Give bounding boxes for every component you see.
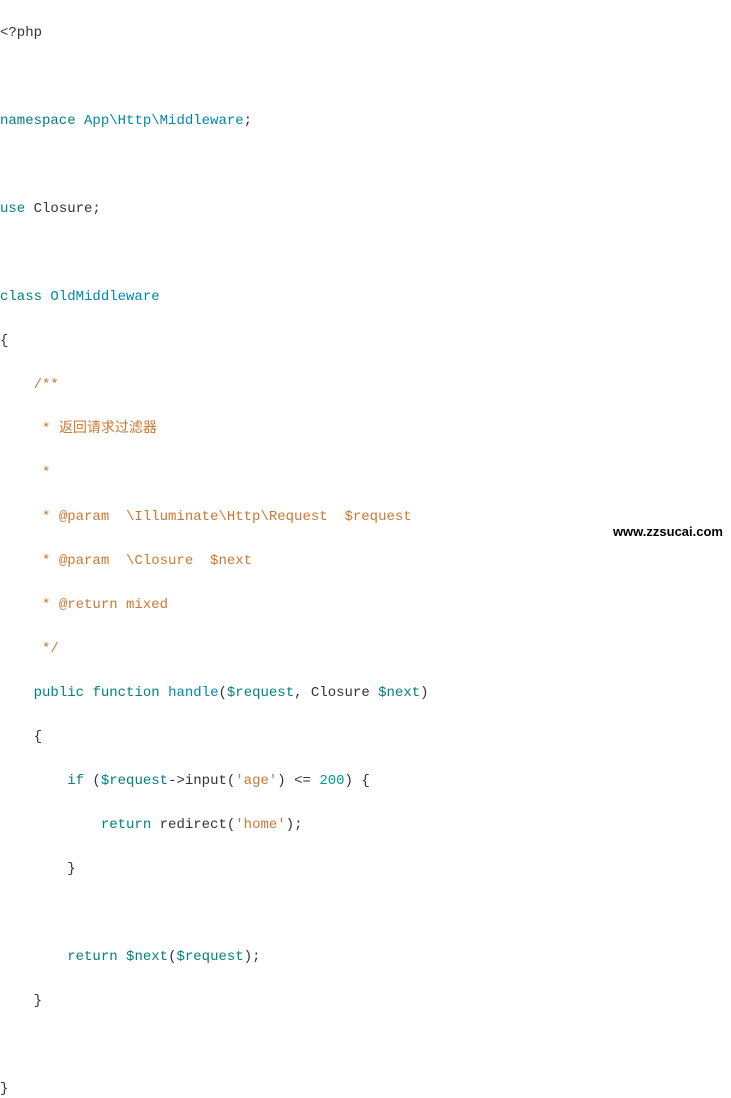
keyword-class: class: [0, 289, 42, 305]
docblock-return: * @return mixed: [34, 597, 168, 613]
var-next: $next: [126, 949, 168, 965]
code-line: namespace App\Http\Middleware;: [0, 110, 731, 132]
use-class: Closure;: [34, 201, 101, 217]
code-line: if ($request->input('age') <= 200) {: [0, 770, 731, 792]
code-line: }: [0, 990, 731, 1012]
var-request: $request: [227, 685, 294, 701]
keyword-if: if: [67, 773, 84, 789]
keyword-function: function: [92, 685, 159, 701]
number-200: 200: [319, 773, 344, 789]
code-line: <?php: [0, 22, 731, 44]
code-line: *: [0, 462, 731, 484]
keyword-public: public: [34, 685, 84, 701]
string-home: 'home': [235, 817, 285, 833]
brace-close: }: [34, 993, 42, 1009]
method-call: ->input(: [168, 773, 235, 789]
code-line: */: [0, 638, 731, 660]
stmt-end: );: [286, 817, 303, 833]
code-line: return $next($request);: [0, 946, 731, 968]
brace-close: }: [67, 861, 75, 877]
code-line-blank: [0, 66, 731, 88]
string-age: 'age': [235, 773, 277, 789]
keyword-return: return: [101, 817, 151, 833]
docblock-param1: * @param \Illuminate\Http\Request $reque…: [34, 509, 412, 525]
code-line-blank: [0, 242, 731, 264]
code-line: {: [0, 330, 731, 352]
docblock-close: */: [34, 641, 59, 657]
code-line-blank: [0, 1034, 731, 1056]
paren-open: (: [84, 773, 101, 789]
var-request: $request: [101, 773, 168, 789]
brace-open: {: [0, 333, 8, 349]
code-line: }: [0, 1078, 731, 1098]
var-next: $next: [378, 685, 420, 701]
paren-open: (: [218, 685, 226, 701]
paren-close: ): [420, 685, 428, 701]
docblock-open: /**: [34, 377, 59, 393]
code-line: return redirect('home');: [0, 814, 731, 836]
compare-op: ) <=: [277, 773, 319, 789]
code-line: {: [0, 726, 731, 748]
code-line: use Closure;: [0, 198, 731, 220]
brace-close: }: [0, 1081, 8, 1097]
code-line: /**: [0, 374, 731, 396]
paren-open: (: [168, 949, 176, 965]
code-line: * @param \Closure $next: [0, 550, 731, 572]
redirect-call: redirect(: [151, 817, 235, 833]
docblock-param2: * @param \Closure $next: [34, 553, 252, 569]
code-line: class OldMiddleware: [0, 286, 731, 308]
stmt-end: );: [244, 949, 261, 965]
watermark-text: www.zzsucai.com: [613, 521, 723, 543]
arg-sep: , Closure: [294, 685, 378, 701]
php-open-tag: <?php: [0, 25, 42, 41]
code-line: * 返回请求过滤器: [0, 418, 731, 440]
function-name: handle: [168, 685, 218, 701]
brace-open: {: [34, 729, 42, 745]
keyword-namespace: namespace: [0, 113, 76, 129]
keyword-return: return: [67, 949, 117, 965]
namespace-path: App\Http\Middleware: [84, 113, 244, 129]
var-request: $request: [176, 949, 243, 965]
code-line: }: [0, 858, 731, 880]
if-end: ) {: [345, 773, 370, 789]
semicolon: ;: [244, 113, 252, 129]
class-name: OldMiddleware: [50, 289, 159, 305]
keyword-use: use: [0, 201, 25, 217]
code-line: * @return mixed: [0, 594, 731, 616]
php-code-block: <?php namespace App\Http\Middleware; use…: [0, 0, 731, 1098]
code-line: public function handle($request, Closure…: [0, 682, 731, 704]
code-line-blank: [0, 154, 731, 176]
code-line-blank: [0, 902, 731, 924]
docblock-desc: * 返回请求过滤器: [34, 421, 157, 437]
docblock-blank: *: [34, 465, 51, 481]
